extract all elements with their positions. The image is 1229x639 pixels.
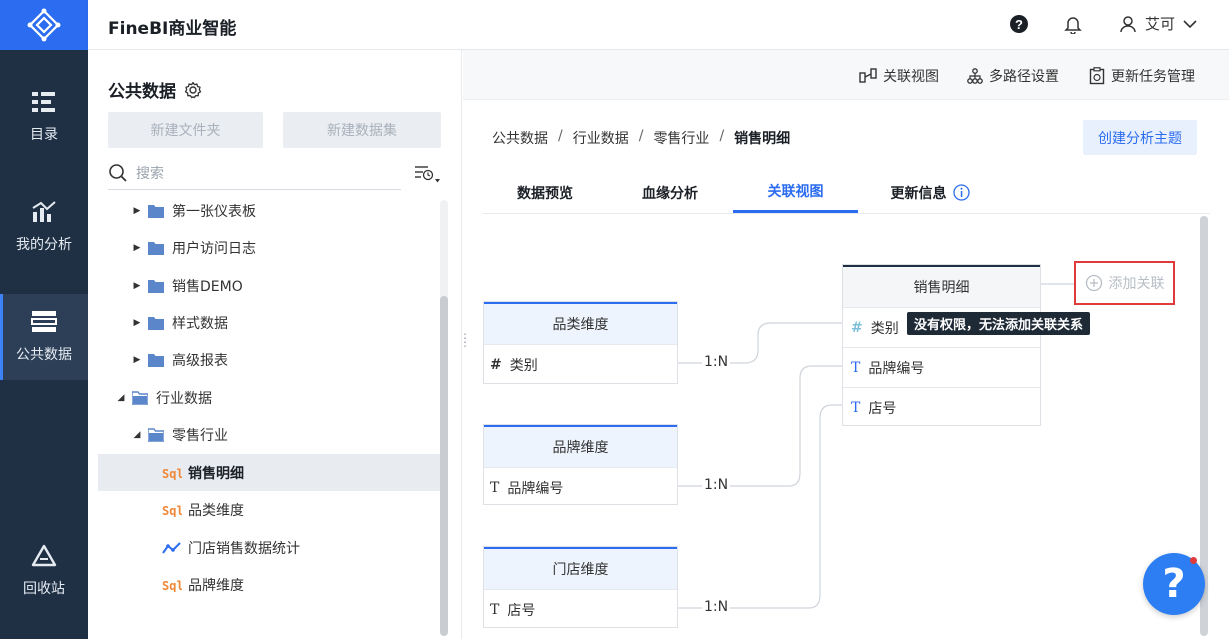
relation-label: 1:N	[702, 477, 731, 493]
table-name: 门店维度	[484, 547, 677, 589]
table-field[interactable]: T 品牌编号	[484, 467, 677, 507]
table-field[interactable]: T 店号	[484, 589, 677, 629]
relation-label: 1:N	[702, 599, 731, 615]
table-field[interactable]: T 店号	[843, 387, 1040, 427]
field-name: 类别	[870, 320, 899, 337]
number-field-icon: #	[490, 356, 502, 373]
text-field-icon: T	[851, 399, 861, 416]
dimension-table-card[interactable]: 品牌维度 T 品牌编号	[483, 424, 678, 505]
add-relation-label: 添加关联	[1108, 276, 1165, 292]
main-table-card[interactable]: 销售明细 # 类别 T 品牌编号 T 店号	[842, 264, 1041, 426]
field-name: 类别	[509, 357, 538, 374]
text-field-icon: T	[851, 359, 861, 376]
table-name: 品牌维度	[484, 425, 677, 467]
text-field-icon: T	[490, 601, 500, 618]
dimension-table-card[interactable]: 品类维度 # 类别	[483, 301, 678, 384]
notification-dot	[1190, 557, 1197, 564]
relation-label: 1:N	[702, 354, 731, 370]
help-question-icon: ?	[1162, 561, 1186, 607]
plus-circle-icon	[1085, 274, 1102, 292]
permission-tooltip: 没有权限，无法添加关联关系	[907, 312, 1091, 335]
table-name: 销售明细	[843, 265, 1040, 307]
dimension-table-card[interactable]: 门店维度 T 店号	[483, 546, 678, 628]
table-field[interactable]: T 品牌编号	[843, 347, 1040, 387]
table-name: 品类维度	[484, 302, 677, 344]
field-name: 品牌编号	[868, 360, 925, 377]
help-float-button[interactable]: ?	[1143, 553, 1205, 615]
table-field[interactable]: # 类别	[484, 344, 677, 384]
text-field-icon: T	[490, 479, 500, 496]
field-name: 店号	[507, 602, 536, 619]
number-field-icon: #	[851, 319, 863, 336]
add-relation-button[interactable]: 添加关联	[1074, 261, 1175, 305]
field-name: 品牌编号	[507, 480, 564, 497]
field-name: 店号	[868, 400, 897, 417]
